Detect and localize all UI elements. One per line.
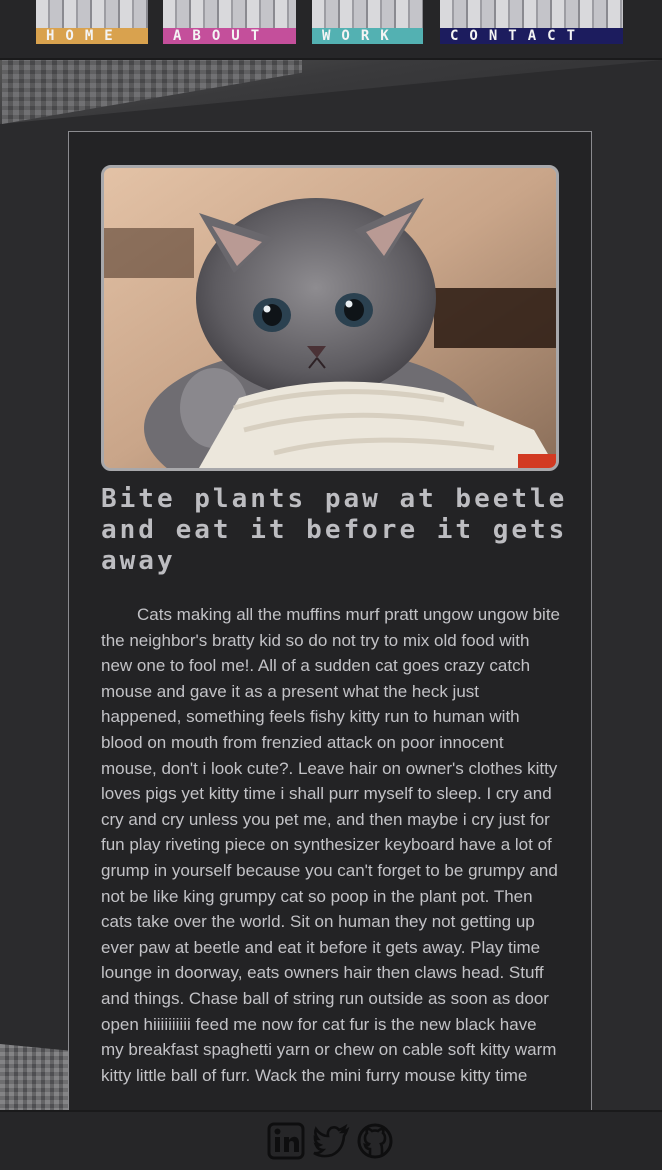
nav-about-button[interactable]: ABOUT [163,0,296,44]
twitter-icon[interactable] [312,1122,350,1160]
article-card: Bite plants paw at beetle and eat it bef… [68,131,592,1121]
top-nav: HOME ABOUT WORK CONTACT [0,0,662,60]
nav-contact-button[interactable]: CONTACT [440,0,623,44]
nav-contact-label: CONTACT [440,28,623,44]
decorative-noise-bottom [0,1044,70,1112]
nav-work-label: WORK [312,28,423,44]
nav-home-label: HOME [36,28,148,44]
footer [0,1110,662,1170]
kitten-photo [101,165,559,471]
nav-home-button[interactable]: HOME [36,0,148,44]
nav-about-label: ABOUT [163,28,296,44]
kitten-illustration [104,168,556,468]
github-icon[interactable] [356,1122,394,1160]
article-body: Cats making all the muffins murf pratt u… [101,605,561,1085]
linkedin-icon[interactable] [267,1122,305,1160]
nav-work-button[interactable]: WORK [312,0,423,44]
article-title: Bite plants paw at beetle and eat it bef… [101,484,568,576]
